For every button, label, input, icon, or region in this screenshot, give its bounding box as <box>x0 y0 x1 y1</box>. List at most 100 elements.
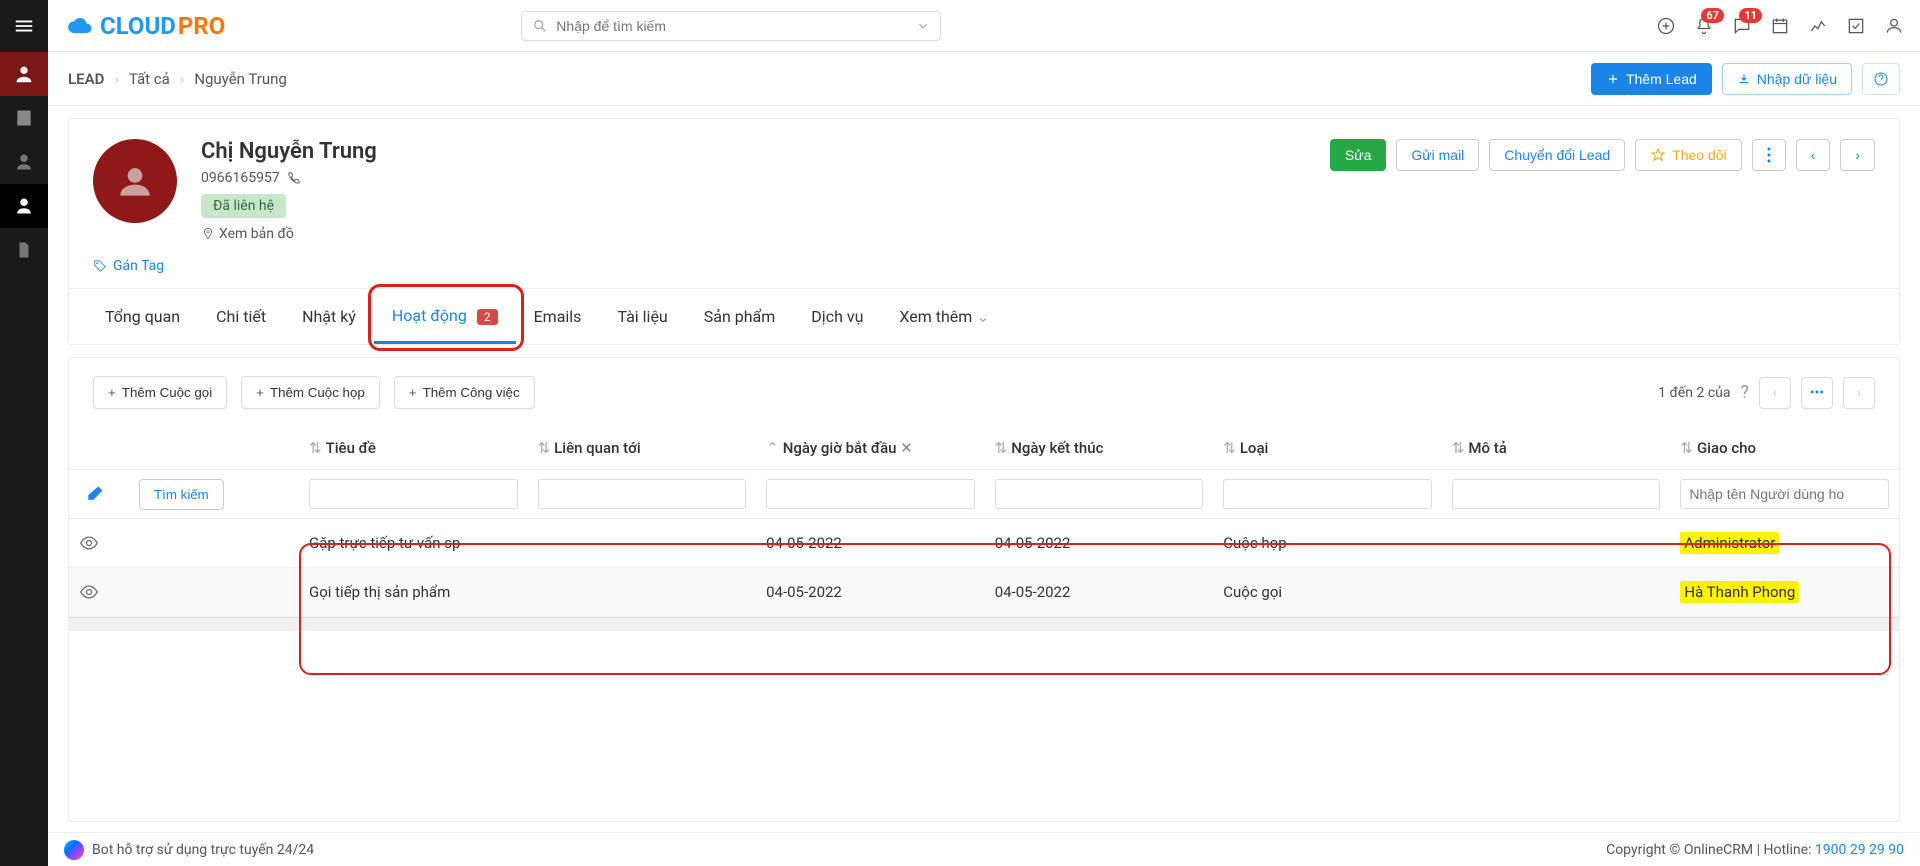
tab-services[interactable]: Dịch vụ <box>793 291 881 342</box>
horizontal-scrollbar[interactable] <box>69 617 1899 631</box>
nav-leads[interactable] <box>0 52 48 96</box>
pagination-text: 1 đến 2 của <box>1658 385 1730 401</box>
tasks-button[interactable] <box>1846 16 1866 36</box>
check-square-icon <box>1846 16 1866 36</box>
col-title[interactable]: ⇅Tiêu đề <box>299 427 528 470</box>
tab-products[interactable]: Sản phẩm <box>686 291 794 342</box>
filter-related[interactable] <box>538 479 747 509</box>
col-desc[interactable]: ⇅Mô tả <box>1442 427 1671 470</box>
assign-tag[interactable]: Gán Tag <box>69 252 1899 288</box>
hamburger-menu[interactable] <box>0 0 48 52</box>
breadcrumb-all[interactable]: Tất cả <box>129 70 170 88</box>
eraser-icon <box>85 484 105 504</box>
tab-activity[interactable]: Hoạt động 2 <box>374 290 516 344</box>
add-lead-button[interactable]: Thêm Lead <box>1591 63 1712 95</box>
footer: Bot hỗ trợ sử dụng trực tuyến 24/24 Copy… <box>48 832 1920 866</box>
hamburger-icon <box>13 15 35 37</box>
convert-button[interactable]: Chuyển đổi Lead <box>1489 139 1625 171</box>
tab-docs[interactable]: Tài liệu <box>599 291 685 342</box>
activities-table: ⇅Tiêu đề ⇅Liên quan tới ⌃Ngày giờ bắt đầ… <box>69 427 1899 617</box>
add-meeting-button[interactable]: +Thêm Cuộc họp <box>241 376 380 409</box>
chevron-down-icon <box>916 19 930 33</box>
chart-icon <box>1808 16 1828 36</box>
col-related[interactable]: ⇅Liên quan tới <box>528 427 757 470</box>
cell-type: Cuộc họp <box>1213 519 1442 568</box>
col-assigned[interactable]: ⇅Giao cho <box>1670 427 1899 470</box>
lead-avatar <box>93 139 177 223</box>
cell-title: Gọi tiếp thị sản phẩm <box>299 568 528 617</box>
eye-icon[interactable] <box>79 533 99 553</box>
reports-button[interactable] <box>1808 16 1828 36</box>
notifications[interactable]: 67 <box>1694 16 1714 36</box>
table-row[interactable]: Gọi tiếp thị sản phẩm 04-05-2022 04-05-2… <box>69 568 1899 617</box>
map-link[interactable]: Xem bản đồ <box>201 226 377 242</box>
add-task-button[interactable]: +Thêm Công việc <box>394 376 535 409</box>
tab-log[interactable]: Nhật ký <box>284 291 374 342</box>
cell-end: 04-05-2022 <box>985 519 1214 568</box>
filter-start[interactable] <box>766 479 975 509</box>
nav-current[interactable] <box>0 184 48 228</box>
nav-contacts[interactable] <box>0 140 48 184</box>
lead-name: Chị Nguyễn Trung <box>201 139 377 164</box>
tab-detail[interactable]: Chi tiết <box>198 291 284 342</box>
bell-badge: 67 <box>1701 8 1724 23</box>
tab-overview[interactable]: Tổng quan <box>87 291 198 342</box>
pagination-help[interactable]: ? <box>1740 382 1749 403</box>
messages[interactable]: 11 <box>1732 16 1752 36</box>
person-icon <box>15 153 33 171</box>
filter-type[interactable] <box>1223 479 1432 509</box>
tab-more[interactable]: Xem thêm ⌄ <box>881 291 1007 342</box>
next-record-button[interactable]: › <box>1840 139 1875 171</box>
phone-icon[interactable] <box>286 170 302 186</box>
plus-icon <box>1606 72 1620 86</box>
search-input[interactable] <box>556 18 908 34</box>
page-more[interactable]: ••• <box>1801 377 1833 409</box>
col-end[interactable]: ⇅Ngày kết thúc <box>985 427 1214 470</box>
add-call-button[interactable]: +Thêm Cuộc gọi <box>93 376 227 409</box>
person-solid-icon <box>15 197 33 215</box>
lead-status: Đã liên hệ <box>201 194 286 218</box>
mail-button[interactable]: Gửi mail <box>1396 139 1479 171</box>
document-icon <box>15 241 33 259</box>
user-menu[interactable] <box>1884 16 1904 36</box>
import-button[interactable]: Nhập dữ liệu <box>1722 63 1852 95</box>
help-button[interactable] <box>1862 63 1900 95</box>
filter-assigned[interactable] <box>1680 479 1889 509</box>
page-next[interactable]: › <box>1843 377 1875 409</box>
breadcrumb-name: Nguyễn Trung <box>194 70 287 88</box>
eye-icon[interactable] <box>79 582 99 602</box>
chat-badge: 11 <box>1739 8 1762 23</box>
add-button[interactable] <box>1656 16 1676 36</box>
tab-emails[interactable]: Emails <box>516 291 600 342</box>
prev-record-button[interactable]: ‹ <box>1796 139 1831 171</box>
clear-filters[interactable] <box>79 478 111 510</box>
global-search[interactable] <box>521 11 941 41</box>
cloud-icon <box>64 12 98 40</box>
messenger-icon[interactable] <box>64 840 84 860</box>
filter-desc[interactable] <box>1452 479 1661 509</box>
cell-start: 04-05-2022 <box>756 568 985 617</box>
logo[interactable]: CLOUDPRO <box>64 12 225 40</box>
edit-button[interactable]: Sửa <box>1330 139 1387 171</box>
cell-assigned: Hà Thanh Phong <box>1670 568 1899 617</box>
follow-button[interactable]: Theo dõi <box>1635 139 1741 171</box>
nav-companies[interactable] <box>0 96 48 140</box>
hotline-number[interactable]: 1900 29 29 90 <box>1815 842 1904 858</box>
more-button[interactable] <box>1752 139 1786 171</box>
calendar-button[interactable] <box>1770 16 1790 36</box>
filter-title[interactable] <box>309 479 518 509</box>
col-type[interactable]: ⇅Loại <box>1213 427 1442 470</box>
cell-type: Cuộc gọi <box>1213 568 1442 617</box>
help-icon <box>1873 71 1889 87</box>
bot-text: Bot hỗ trợ sử dụng trực tuyến 24/24 <box>92 842 314 858</box>
nav-docs[interactable] <box>0 228 48 272</box>
download-icon <box>1737 72 1751 86</box>
search-button[interactable]: Tìm kiếm <box>139 479 224 510</box>
table-row[interactable]: Gặp trực tiếp tư vấn sp 04-05-2022 04-05… <box>69 519 1899 568</box>
col-start[interactable]: ⌃Ngày giờ bắt đầu ✕ <box>756 427 985 470</box>
filter-end[interactable] <box>995 479 1204 509</box>
breadcrumb-module[interactable]: LEAD <box>68 70 104 88</box>
cell-title: Gặp trực tiếp tư vấn sp <box>299 519 528 568</box>
page-prev[interactable]: ‹ <box>1759 377 1791 409</box>
tag-icon <box>93 259 107 273</box>
